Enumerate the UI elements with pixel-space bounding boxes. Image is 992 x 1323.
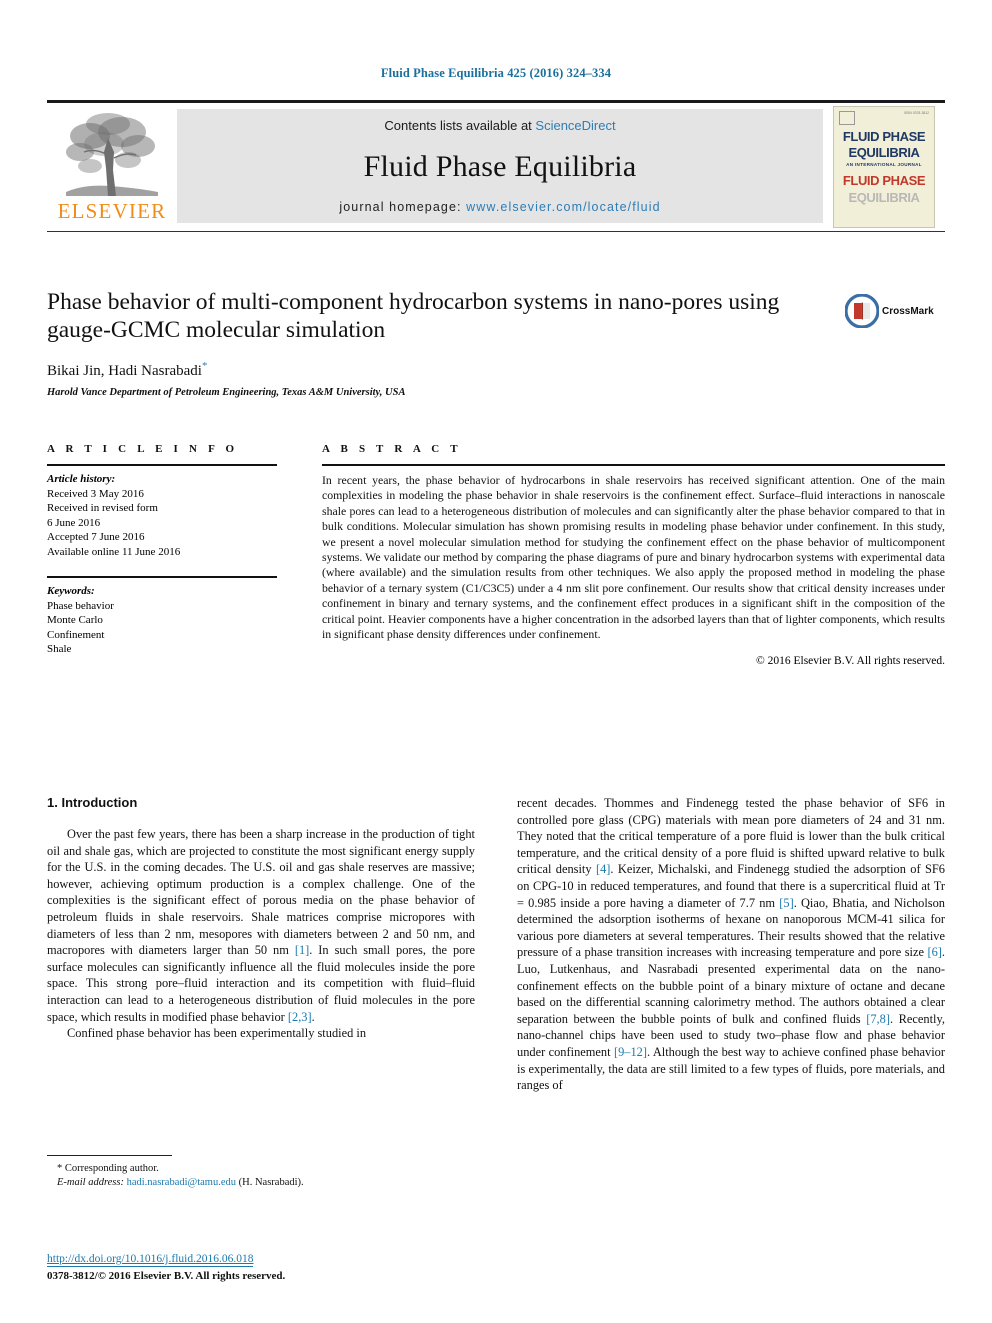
cover-elsevier-mark [839, 111, 855, 125]
page-title: Phase behavior of multi-component hydroc… [47, 289, 780, 343]
body-columns: 1. Introduction Over the past few years,… [47, 795, 945, 1094]
keywords-label: Keywords: [47, 585, 95, 597]
article-info-heading: A R T I C L E I N F O [47, 443, 239, 455]
paragraph: Confined phase behavior has been experim… [67, 1026, 367, 1041]
journal-homepage-line: journal homepage: www.elsevier.com/locat… [339, 200, 660, 214]
keyword-item: Monte Carlo [47, 614, 103, 626]
footnote-rule [47, 1155, 172, 1156]
email-note: E-mail address: hadi.nasrabadi@tamu.edu … [47, 1176, 475, 1190]
cover-line-4: FLUID PHASE [842, 173, 926, 188]
citation-ref[interactable]: [7,8] [866, 1012, 890, 1026]
journal-masthead: ELSEVIER Contents lists available at Sci… [47, 100, 945, 232]
body-column-right: recent decades. Thommes and Findenegg te… [517, 795, 945, 1094]
paragraph: Over the past few years, there has been … [47, 826, 475, 1025]
abstract-column: A B S T R A C T In recent years, the pha… [322, 443, 945, 667]
cover-topline: ISSN 0378-3812 [839, 111, 929, 125]
citation-ref[interactable]: [6] [927, 945, 941, 959]
history-item: Received 3 May 2016 [47, 487, 144, 500]
cover-line-1: FLUID PHASE [842, 129, 926, 144]
cover-line-2: EQUILIBRIA [848, 145, 920, 160]
doi-block: http://dx.doi.org/10.1016/j.fluid.2016.0… [47, 1249, 475, 1282]
footnote-marker: * [57, 1163, 63, 1174]
article-history-group: Article history: Received 3 May 2016 Rec… [47, 466, 277, 559]
history-item: 6 June 2016 [47, 516, 101, 529]
issn-copyright: 0378-3812/© 2016 Elsevier B.V. All right… [47, 1270, 286, 1282]
masthead-center: Contents lists available at ScienceDirec… [177, 109, 823, 223]
running-head: Fluid Phase Equilibria 425 (2016) 324–33… [380, 66, 612, 80]
keyword-item: Confinement [47, 628, 105, 641]
homepage-prefix: journal homepage: [339, 200, 467, 214]
keywords-group: Keywords: Phase behavior Monte Carlo Con… [47, 578, 277, 657]
history-item: Received in revised form [47, 502, 158, 514]
cover-corner-note: ISSN 0378-3812 [903, 111, 929, 115]
paragraph-text: . [311, 1009, 315, 1024]
doi-link[interactable]: http://dx.doi.org/10.1016/j.fluid.2016.0… [47, 1252, 254, 1267]
footnote-block: * Corresponding author. E-mail address: … [47, 1155, 475, 1190]
paper-page: Fluid Phase Equilibria 425 (2016) 324–33… [0, 0, 992, 1323]
body-column-gap [475, 795, 517, 1094]
crossmark-icon [845, 294, 879, 328]
corresponding-author-label: Corresponding author. [64, 1163, 159, 1174]
keyword-item: Shale [47, 643, 72, 655]
info-abstract-region: A R T I C L E I N F O Article history: R… [47, 443, 945, 667]
crossmark-label: CrossMark [882, 305, 934, 317]
elsevier-wordmark: ELSEVIER [57, 199, 167, 223]
crossmark-badge[interactable]: CrossMark [845, 290, 945, 332]
abstract-text: In recent years, the phase behavior of h… [322, 473, 945, 642]
author-list: Bikai Jin, Hadi Nasrabadi* [47, 360, 837, 380]
citation-ref[interactable]: [5] [779, 896, 793, 910]
elsevier-tree-icon [66, 113, 158, 196]
citation-ref[interactable]: [2,3] [288, 1010, 312, 1024]
history-item: Accepted 7 June 2016 [47, 531, 145, 543]
corresponding-author-note: * Corresponding author. [47, 1162, 475, 1176]
paragraph: recent decades. Thommes and Findenegg te… [517, 795, 945, 1094]
abstract-copyright: © 2016 Elsevier B.V. All rights reserved… [756, 655, 945, 668]
journal-cover-image: ISSN 0378-3812 FLUID PHASE EQUILIBRIA AN… [833, 106, 935, 228]
contents-prefix: Contents lists available at [384, 118, 536, 133]
citation-ref[interactable]: [4] [596, 862, 610, 876]
body-column-left: 1. Introduction Over the past few years,… [47, 795, 475, 1094]
keyword-item: Phase behavior [47, 599, 114, 612]
elsevier-logo: ELSEVIER [47, 103, 177, 231]
corresponding-author-marker: * [201, 360, 208, 372]
cover-line-3: AN INTERNATIONAL JOURNAL [846, 162, 922, 167]
email-label: E-mail address: [57, 1177, 124, 1188]
cover-line-5: EQUILIBRIA [848, 190, 920, 205]
paragraph-text: Over the past few years, there has been … [47, 827, 475, 958]
journal-cover-thumbnail: ISSN 0378-3812 FLUID PHASE EQUILIBRIA AN… [823, 103, 945, 231]
column-gap [277, 443, 322, 667]
citation-ref[interactable]: [9–12] [614, 1045, 647, 1059]
section-heading-introduction: 1. Introduction [47, 795, 138, 810]
history-item: Available online 11 June 2016 [47, 545, 181, 558]
affiliation: Harold Vance Department of Petroleum Eng… [47, 387, 406, 398]
email-link[interactable]: hadi.nasrabadi@tamu.edu [127, 1177, 236, 1188]
journal-homepage-link[interactable]: www.elsevier.com/locate/fluid [466, 200, 660, 214]
email-suffix: (H. Nasrabadi). [238, 1177, 304, 1188]
title-block: Phase behavior of multi-component hydroc… [47, 288, 837, 398]
article-history-label: Article history: [47, 473, 116, 485]
journal-title: Fluid Phase Equilibria [363, 149, 637, 183]
abstract-heading: A B S T R A C T [322, 443, 462, 455]
article-info-column: A R T I C L E I N F O Article history: R… [47, 443, 277, 667]
contents-available-line: Contents lists available at ScienceDirec… [384, 118, 615, 133]
citation-ref[interactable]: [1] [295, 943, 309, 957]
sciencedirect-link[interactable]: ScienceDirect [535, 118, 615, 133]
author-names: Bikai Jin, Hadi Nasrabadi [47, 363, 202, 379]
